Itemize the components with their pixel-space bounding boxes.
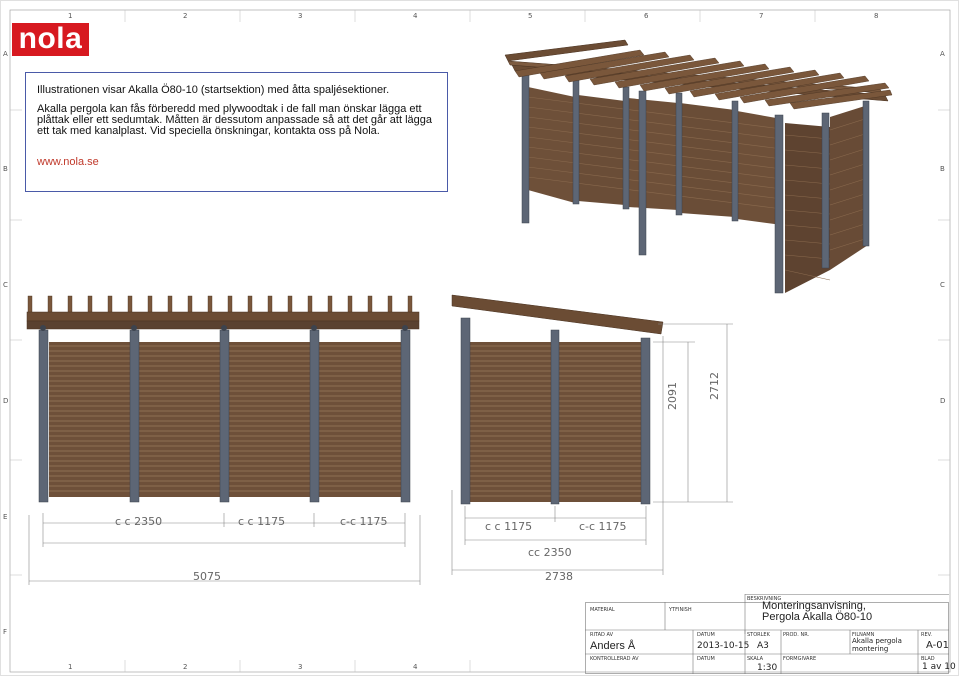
tb-datum2-label: DATUM <box>697 656 715 662</box>
grid-col-3: 3 <box>298 12 303 20</box>
tb-datum: 2013-10-15 <box>697 641 750 651</box>
tb-kontrollerad-label: KONTROLLERAD AV <box>590 656 639 662</box>
grid-row-d: D <box>3 397 9 405</box>
front-dim-total-width: 5075 <box>193 570 221 583</box>
tb-title-line2: Pergola Akalla Ö80-10 <box>762 611 873 623</box>
tb-ytfinish-label: YTFINISH <box>669 607 692 613</box>
tb-filnamn: Akalla pergola montering <box>852 637 902 653</box>
tb-datum-label: DATUM <box>697 632 715 638</box>
side-dim-total-width: 2738 <box>545 570 573 583</box>
side-elevation <box>451 294 733 575</box>
tb-prod-nr-label: PROD. NR. <box>783 632 810 638</box>
tb-material-label: MATERIAL <box>590 607 615 613</box>
front-dim-cc-1175: c c 1175 <box>238 515 286 528</box>
tb-formgivare-label: FORMGIVARE <box>783 656 817 662</box>
tb-storlek: A3 <box>757 641 769 651</box>
front-elevation <box>26 295 420 503</box>
grid-col-8: 8 <box>874 12 879 20</box>
tb-skala: 1:30 <box>757 663 778 673</box>
grid-col-5: 5 <box>528 12 533 20</box>
grid-row-d-right: D <box>940 397 946 405</box>
website-link[interactable]: www.nola.se <box>37 156 99 168</box>
grid-row-a-right: A <box>940 50 945 58</box>
side-dim-cc-2350: cc 2350 <box>528 546 572 559</box>
tb-rev-label: REV. <box>921 632 932 638</box>
front-dim-cc-1175-right: c-c 1175 <box>340 515 388 528</box>
grid-row-e: E <box>3 513 8 521</box>
tb-ritad-av: Anders Å <box>590 640 636 652</box>
side-dim-cc-1175-right: c-c 1175 <box>579 520 627 533</box>
info-title: Illustrationen visar Akalla Ö80-10 (star… <box>37 84 390 96</box>
tb-blad: 1 av 10 <box>922 662 956 672</box>
grid-row-c: C <box>3 281 8 289</box>
side-dim-cc-1175: c c 1175 <box>485 520 533 533</box>
grid-col-1-bottom: 1 <box>68 663 73 671</box>
grid-col-6: 6 <box>644 12 649 20</box>
grid-col-4-bottom: 4 <box>413 663 418 671</box>
side-dim-height-2091: 2091 <box>666 382 679 410</box>
info-body: Akalla pergola kan fås förberedd med ply… <box>37 103 433 137</box>
grid-row-b-right: B <box>940 165 945 173</box>
grid-col-3-bottom: 3 <box>298 663 303 671</box>
tb-rev: A-01 <box>926 640 949 651</box>
grid-row-a: A <box>3 50 8 58</box>
nola-logo: nola <box>12 23 89 56</box>
grid-col-2: 2 <box>183 12 188 20</box>
front-dim-cc-2350: c c 2350 <box>115 515 163 528</box>
grid-col-4: 4 <box>413 12 418 20</box>
grid-row-c-right: C <box>940 281 945 289</box>
side-dim-height-2712: 2712 <box>708 372 721 400</box>
tb-storlek-label: STORLEK <box>747 632 770 638</box>
tb-skala-label: SKALA <box>747 656 764 662</box>
grid-row-f: F <box>3 628 8 636</box>
tb-ritad-av-label: RITAD AV <box>590 632 613 638</box>
grid-row-b: B <box>3 165 8 173</box>
grid-col-1: 1 <box>68 12 73 20</box>
grid-col-2-bottom: 2 <box>183 663 188 671</box>
grid-col-7: 7 <box>759 12 764 20</box>
tb-title: Monteringsanvisning, Pergola Akalla Ö80-… <box>762 601 872 623</box>
isometric-view <box>504 39 893 294</box>
